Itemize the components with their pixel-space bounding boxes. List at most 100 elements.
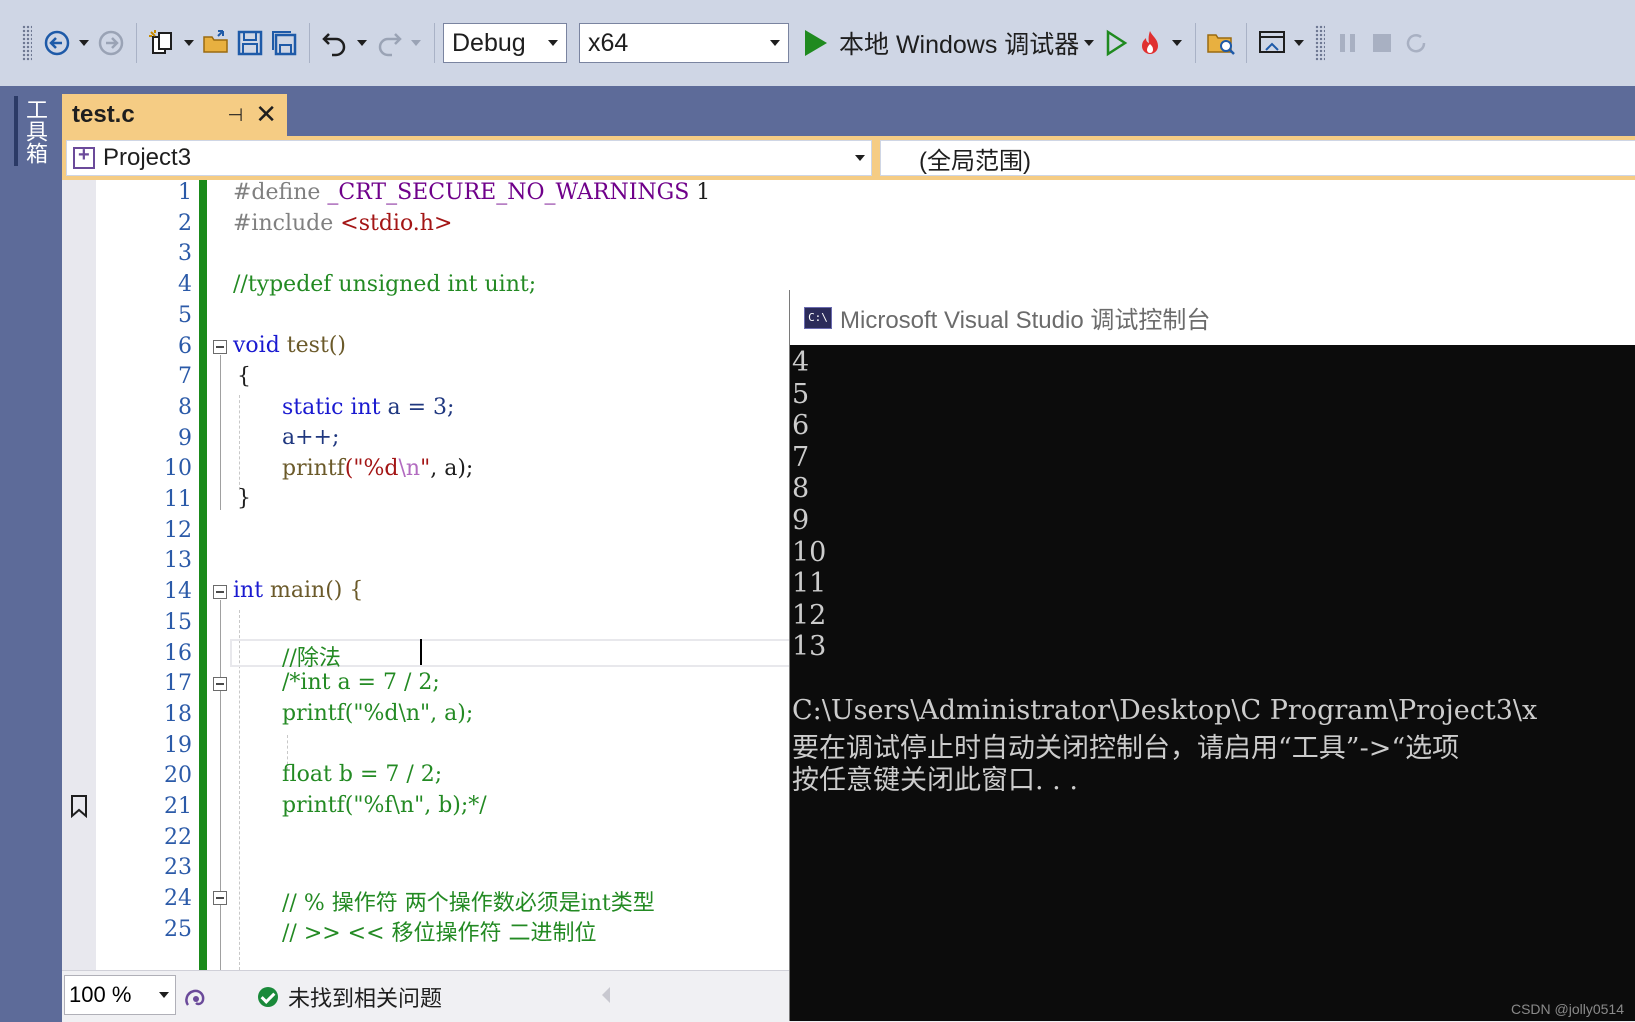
pause-button[interactable]	[1331, 23, 1365, 63]
undo-button[interactable]	[318, 23, 352, 63]
project-name: Project3	[103, 144, 192, 171]
bookmark-icon[interactable]	[70, 794, 88, 818]
window-layout-button[interactable]	[1255, 23, 1289, 63]
line-number: 3	[178, 241, 192, 267]
code-line-2: #include <stdio.h>	[233, 211, 453, 236]
restart-button[interactable]	[1399, 23, 1433, 63]
line-number: 1	[178, 180, 192, 205]
solution-config-select[interactable]: Debug	[443, 23, 567, 63]
start-without-debugging-button[interactable]	[1099, 23, 1133, 63]
back-dropdown[interactable]	[74, 23, 94, 63]
line-number: 4	[178, 272, 192, 298]
console-line: 13	[792, 631, 827, 663]
save-button[interactable]	[233, 23, 267, 63]
hot-reload-dropdown[interactable]	[1167, 23, 1187, 63]
redo-dropdown[interactable]	[406, 23, 426, 63]
redo-button[interactable]	[372, 23, 406, 63]
console-line: 7	[792, 441, 810, 473]
close-tab-icon[interactable]: ✕	[255, 102, 277, 128]
toolbar-grip[interactable]	[22, 25, 32, 61]
line-number: 24	[164, 886, 192, 912]
glyph-margin[interactable]	[62, 180, 96, 970]
zoom-select[interactable]: 100 %	[64, 975, 176, 1015]
line-number: 5	[178, 302, 192, 328]
intellicode-icon[interactable]	[182, 981, 210, 1011]
code-line-17: /*int a = 7 / 2;	[282, 670, 440, 695]
code-line-4: //typedef unsigned int uint;	[233, 272, 537, 297]
undo-dropdown[interactable]	[352, 23, 372, 63]
navigate-forward-button[interactable]	[94, 23, 128, 63]
flame-icon	[1142, 31, 1159, 54]
platform-value: x64	[588, 28, 629, 57]
stop-icon	[1373, 34, 1392, 52]
new-project-button[interactable]	[145, 23, 179, 63]
play-outline-icon	[1107, 29, 1128, 57]
line-number: 12	[164, 517, 192, 543]
issues-text: 未找到相关问题	[288, 986, 443, 1012]
console-line: 4	[792, 347, 810, 378]
issues-indicator[interactable]: 未找到相关问题	[258, 971, 442, 1022]
new-project-icon	[149, 30, 172, 54]
forward-arrow-icon	[98, 30, 124, 56]
scope-name: (全局范围)	[919, 147, 1031, 175]
hot-reload-button[interactable]	[1133, 23, 1167, 63]
code-line-16: //除法	[282, 646, 341, 671]
fold-toggle[interactable]	[213, 677, 227, 691]
project-icon	[73, 144, 95, 169]
console-line: 12	[792, 599, 827, 631]
toolbar-options-dropdown[interactable]	[1289, 23, 1309, 63]
document-tab-row: test.c ⊣ ✕	[62, 86, 1635, 136]
line-number: 25	[164, 916, 192, 942]
platform-select[interactable]: x64	[579, 23, 789, 63]
main-toolbar: Debug x64 本地 Windows 调试器	[0, 0, 1635, 86]
line-number: 17	[164, 671, 192, 697]
console-title-bar[interactable]: C:\ Microsoft Visual Studio 调试控制台	[790, 290, 1635, 345]
fold-toggle[interactable]	[213, 585, 227, 599]
find-in-files-button[interactable]	[1204, 23, 1238, 63]
pin-icon[interactable]: ⊣	[228, 105, 244, 126]
code-line-8: static int a = 3;	[282, 395, 455, 420]
toolbar-separator	[1246, 23, 1248, 63]
new-dropdown[interactable]	[179, 23, 199, 63]
watermark: CSDN @jolly0514	[1510, 1001, 1624, 1017]
restart-icon	[1407, 34, 1426, 53]
tab-title: test.c	[72, 101, 135, 128]
project-selector[interactable]: Project3	[66, 140, 872, 176]
line-number: 14	[164, 579, 192, 605]
tab-test-c[interactable]: test.c ⊣ ✕	[62, 94, 287, 136]
code-line-18: printf("%d\n", a);	[282, 701, 474, 726]
open-file-button[interactable]	[199, 23, 233, 63]
text-caret	[420, 639, 422, 665]
back-arrow-icon	[44, 30, 70, 56]
fold-toggle[interactable]	[213, 340, 227, 354]
code-line-25: // >> << 移位操作符 二进制位	[282, 921, 597, 946]
code-line-14: int main() {	[233, 578, 364, 603]
toolbar-grip[interactable]	[1315, 25, 1326, 61]
line-number: 22	[164, 824, 192, 850]
toolbox-tab[interactable]: 工具箱	[18, 98, 47, 164]
code-line-1: #define _CRT_SECURE_NO_WARNINGS 1	[233, 180, 711, 205]
console-line: 9	[792, 505, 810, 536]
save-all-button[interactable]	[267, 23, 301, 63]
console-line: 6	[792, 410, 810, 442]
save-icon	[237, 30, 263, 56]
debug-target-dropdown[interactable]	[1079, 23, 1099, 63]
code-line-24: // % 操作符 两个操作数必须是int类型	[282, 891, 655, 916]
navigate-back-button[interactable]	[40, 23, 74, 63]
stop-button[interactable]	[1365, 23, 1399, 63]
zoom-value: 100 %	[69, 982, 132, 1007]
start-debugging-button[interactable]: 本地 Windows 调试器	[805, 23, 1079, 63]
scroll-left-arrow-icon[interactable]	[602, 987, 610, 1003]
start-debugging-label: 本地 Windows 调试器	[839, 31, 1080, 59]
toolbar-separator	[434, 23, 435, 63]
line-number: 11	[164, 487, 192, 512]
scope-selector[interactable]: (全局范围)	[880, 140, 1635, 176]
check-circle-icon	[258, 986, 278, 1007]
line-number: 23	[164, 855, 192, 881]
fold-toggle[interactable]	[213, 891, 227, 905]
debug-console-window[interactable]: C:\ Microsoft Visual Studio 调试控制台 456789…	[789, 290, 1635, 1021]
console-line: 5	[792, 378, 810, 410]
code-line-21: printf("%f\n", b);*/	[282, 793, 487, 818]
code-line-7: {	[237, 364, 251, 389]
toolbar-separator	[136, 23, 137, 63]
